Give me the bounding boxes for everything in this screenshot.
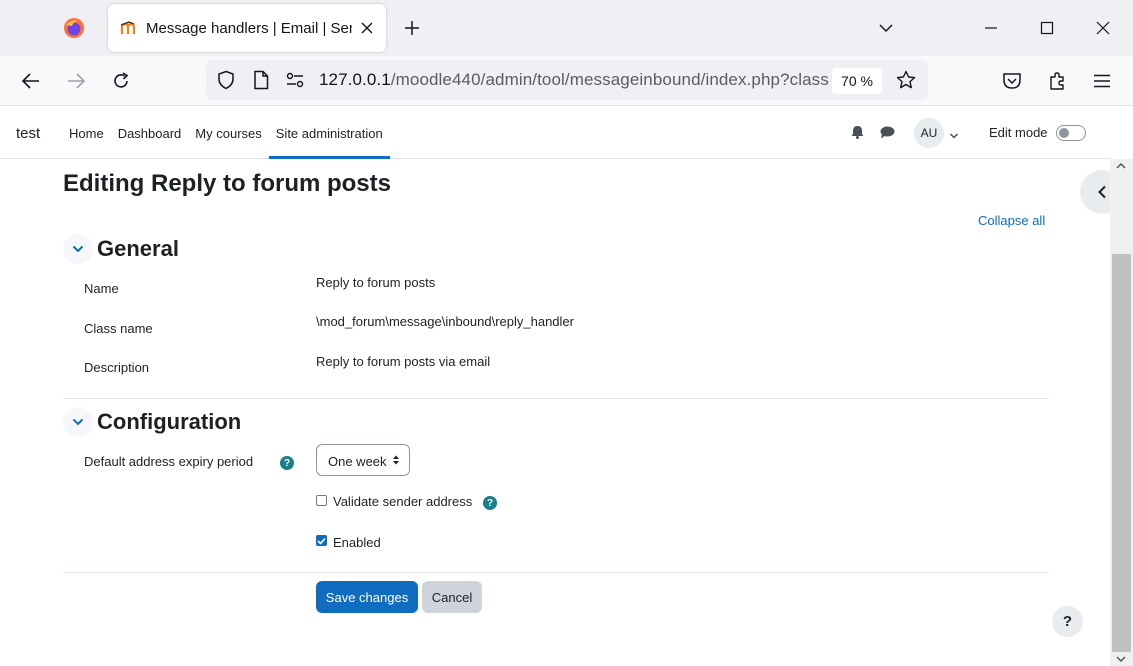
- primary-navigation: Home Dashboard My courses Site administr…: [62, 106, 390, 159]
- reload-icon[interactable]: [108, 68, 134, 94]
- permissions-icon[interactable]: [283, 68, 307, 92]
- url-text[interactable]: 127.0.0.1/moodle440/admin/tool/messagein…: [319, 70, 829, 90]
- browser-tab-active[interactable]: Message handlers | Email | Server: [108, 4, 386, 52]
- shield-icon[interactable]: [214, 68, 238, 92]
- edit-mode-toggle[interactable]: [1056, 125, 1086, 141]
- general-section-header[interactable]: General: [63, 234, 179, 264]
- notifications-bell-icon[interactable]: [849, 124, 865, 140]
- name-label: Name: [84, 281, 119, 296]
- scrollbar-thumb[interactable]: [1112, 254, 1131, 652]
- nav-site-administration[interactable]: Site administration: [268, 106, 390, 159]
- validate-sender-checkbox[interactable]: [316, 495, 327, 506]
- validate-sender-help-question-icon[interactable]: ?: [483, 496, 497, 510]
- class-name-value: \mod_forum\message\inbound\reply_handler: [316, 314, 574, 329]
- scroll-down-arrow-icon[interactable]: [1116, 655, 1126, 663]
- configuration-heading: Configuration: [97, 409, 242, 434]
- form-actions-divider: [63, 572, 1049, 573]
- enabled-label[interactable]: Enabled: [333, 535, 381, 550]
- configuration-collapse-chevron-icon[interactable]: [63, 407, 93, 437]
- expiry-help-question-icon[interactable]: ?: [280, 456, 294, 470]
- back-arrow-icon[interactable]: [18, 68, 44, 94]
- zoom-level-badge[interactable]: 70 %: [832, 68, 882, 94]
- minimize-window-icon[interactable]: [977, 14, 1005, 42]
- user-avatar[interactable]: AU: [914, 118, 944, 148]
- tab-title: Message handlers | Email | Server: [146, 19, 352, 37]
- list-all-tabs-icon[interactable]: [874, 16, 898, 40]
- expiry-period-label: Default address expiry period: [84, 454, 254, 469]
- nav-dashboard[interactable]: Dashboard: [111, 106, 189, 159]
- nav-home[interactable]: Home: [62, 106, 111, 159]
- browser-nav-bar: 127.0.0.1/moodle440/admin/tool/messagein…: [0, 56, 1133, 106]
- save-changes-button[interactable]: Save changes: [316, 581, 418, 613]
- expiry-period-select[interactable]: One week: [316, 444, 410, 476]
- url-host: 127.0.0.1: [319, 70, 391, 89]
- moodle-favicon-icon: [120, 20, 140, 36]
- firefox-logo-icon: [62, 16, 86, 40]
- page-info-icon[interactable]: [249, 68, 273, 92]
- scroll-up-arrow-icon[interactable]: [1116, 162, 1126, 170]
- edit-mode-label: Edit mode: [989, 125, 1048, 140]
- moodle-page: test Home Dashboard My courses Site admi…: [0, 106, 1133, 666]
- general-collapse-chevron-icon[interactable]: [63, 234, 93, 264]
- name-value: Reply to forum posts: [316, 275, 436, 290]
- browser-tab-bar: Message handlers | Email | Server: [0, 0, 1133, 56]
- expiry-period-selected-value: One week: [328, 454, 387, 469]
- forward-arrow-icon[interactable]: [63, 68, 89, 94]
- configuration-section-header[interactable]: Configuration: [63, 407, 241, 437]
- close-tab-icon[interactable]: [358, 19, 376, 37]
- site-name[interactable]: test: [16, 125, 40, 142]
- bookmark-star-icon[interactable]: [894, 68, 918, 92]
- collapse-all-link[interactable]: Collapse all: [978, 213, 1045, 228]
- class-name-label: Class name: [84, 321, 153, 336]
- checkmark-icon: [317, 537, 326, 545]
- url-bar[interactable]: 127.0.0.1/moodle440/admin/tool/messagein…: [206, 60, 928, 100]
- section-divider: [63, 398, 1049, 399]
- user-menu-chevron-down-icon[interactable]: [949, 127, 961, 139]
- general-heading: General: [97, 236, 179, 261]
- footer-help-button[interactable]: ?: [1052, 606, 1083, 637]
- extensions-puzzle-icon[interactable]: [1044, 68, 1070, 94]
- validate-sender-label[interactable]: Validate sender address: [333, 494, 472, 509]
- page-scrollbar[interactable]: [1110, 159, 1133, 666]
- url-path: /moodle440/admin/tool/messageinbound/ind…: [390, 70, 829, 89]
- nav-my-courses[interactable]: My courses: [188, 106, 268, 159]
- pocket-icon[interactable]: [999, 68, 1025, 94]
- select-updown-arrows-icon: [393, 455, 399, 465]
- description-value: Reply to forum posts via email: [316, 354, 491, 369]
- cancel-button[interactable]: Cancel: [422, 581, 482, 613]
- hamburger-menu-icon[interactable]: [1089, 68, 1115, 94]
- enabled-checkbox[interactable]: [316, 535, 327, 546]
- new-tab-icon[interactable]: [400, 16, 424, 40]
- maximize-window-icon[interactable]: [1033, 14, 1061, 42]
- page-title: Editing Reply to forum posts: [63, 170, 391, 197]
- description-label: Description: [84, 360, 150, 375]
- close-window-icon[interactable]: [1089, 14, 1117, 42]
- moodle-header: test Home Dashboard My courses Site admi…: [0, 106, 1110, 159]
- messages-chat-icon[interactable]: [879, 124, 895, 140]
